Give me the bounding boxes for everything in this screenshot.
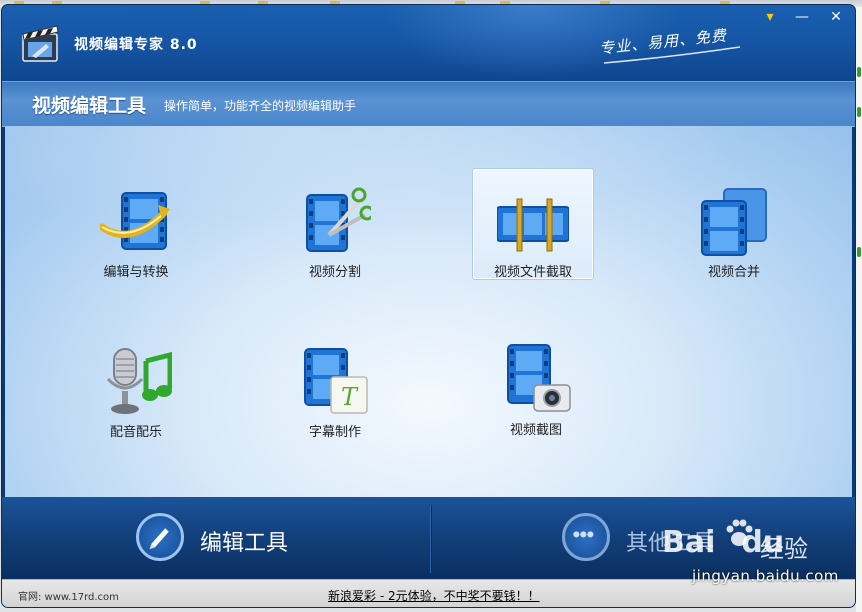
pencil-icon (136, 513, 184, 561)
film-camera-icon (507, 344, 571, 412)
tool-label: 视频合并 (707, 265, 760, 280)
film-merge-icon (701, 188, 767, 256)
film-trim-icon (497, 198, 569, 252)
watermark-suffix: 经验 (760, 535, 808, 563)
tab-edit-tools[interactable]: 编辑工具 (136, 507, 436, 569)
tab-divider (430, 505, 431, 573)
tab-label: 编辑工具 (200, 531, 289, 556)
title-bar[interactable]: 视频编辑专家 8.0 专业、易用、免费 ▾ — ✕ (2, 5, 855, 81)
section-subtitle: 操作简单，功能齐全的视频编辑助手 (164, 99, 357, 113)
tool-label: 配音配乐 (109, 425, 162, 440)
film-scissors-icon (306, 187, 371, 252)
film-convert-icon (100, 192, 170, 250)
watermark-url: jingyan.baidu.com (692, 567, 839, 585)
microphone-music-icon (106, 348, 172, 414)
tool-label: 视频截图 (509, 423, 562, 438)
slogan-swoosh-icon (603, 46, 741, 64)
tools-panel: 编辑与转换 视频分割 视频文件截取 视频合并 配音配乐 T 字幕制作 视频截图 (5, 126, 852, 497)
tool-subtitle-maker[interactable]: T 字幕制作 (274, 334, 396, 446)
svg-text:T: T (341, 383, 359, 411)
film-subtitle-icon: T (304, 348, 368, 414)
tool-video-screenshot[interactable]: 视频截图 (475, 332, 597, 444)
close-button[interactable]: ✕ (826, 8, 846, 26)
tool-label: 视频分割 (308, 265, 361, 280)
section-title: 视频编辑工具 (32, 95, 147, 117)
paw-icon (726, 519, 753, 546)
section-header: 视频编辑工具 操作简单，功能齐全的视频编辑助手 (2, 81, 855, 127)
promo-link[interactable]: 新浪爱彩 - 2元体验，不中奖不要钱！！ (328, 587, 540, 604)
app-window: 视频编辑专家 8.0 专业、易用、免费 ▾ — ✕ 视频编辑工具 操作简单，功能… (2, 5, 855, 607)
tool-video-split[interactable]: 视频分割 (274, 174, 396, 286)
tool-edit-convert[interactable]: 编辑与转换 (75, 174, 197, 286)
tool-label: 字幕制作 (308, 425, 361, 440)
tool-dubbing-music[interactable]: 配音配乐 (75, 334, 197, 446)
more-dots-icon (562, 513, 610, 561)
minimize-button[interactable]: — (792, 8, 812, 26)
official-site-text: 官网: www.17rd.com (18, 592, 119, 603)
tool-label: 视频文件截取 (493, 265, 572, 280)
app-title: 视频编辑专家 8.0 (74, 37, 198, 53)
baidu-jingyan-watermark: Bai du 经验 jingyan.baidu.com (662, 519, 838, 585)
host-background-edge (856, 7, 862, 612)
tool-label: 编辑与转换 (103, 265, 169, 280)
tool-video-trim[interactable]: 视频文件截取 (472, 168, 594, 280)
tool-video-merge[interactable]: 视频合并 (673, 174, 795, 286)
menu-button[interactable]: ▾ (760, 8, 780, 26)
clapperboard-logo-icon (22, 25, 59, 62)
